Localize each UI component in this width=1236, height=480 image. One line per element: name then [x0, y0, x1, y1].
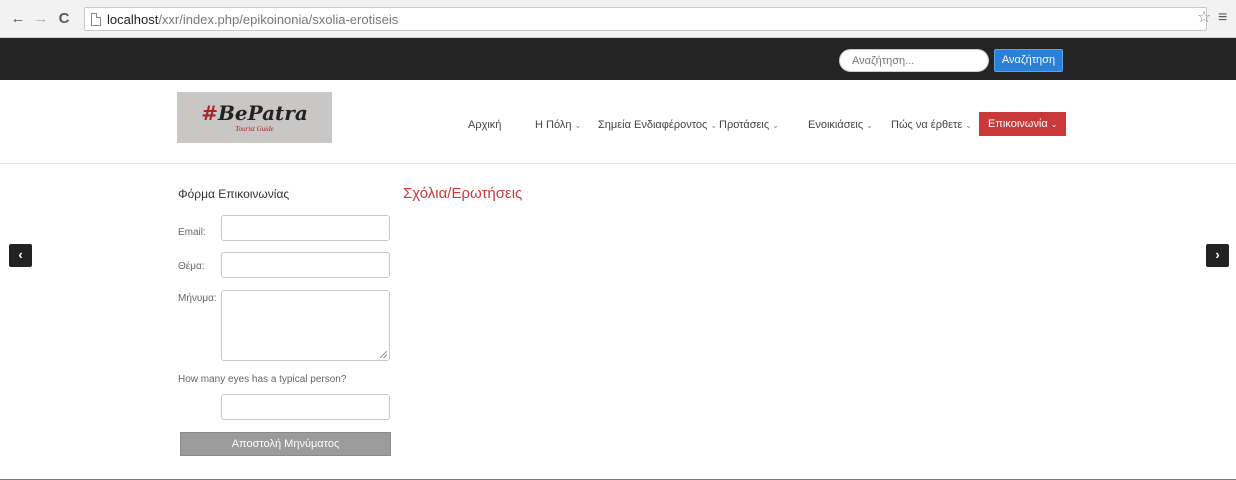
nav-item-label: Αρχική	[468, 119, 502, 131]
subject-field[interactable]	[221, 252, 390, 278]
url-path: /xxr/index.php/epikoinonia/sxolia-erotis…	[158, 12, 399, 27]
subject-label: Θέμα:	[178, 261, 205, 272]
search-button[interactable]: Αναζήτηση	[994, 49, 1063, 72]
email-field[interactable]	[221, 215, 390, 241]
resize-grip-icon[interactable]	[380, 351, 387, 358]
nav-item-how-to-come[interactable]: Πώς να έρθετε ⌄	[891, 119, 972, 131]
nav-item-contact[interactable]: Επικοινωνία ⌄	[979, 112, 1067, 136]
logo-name: BePatra	[217, 101, 308, 125]
url-text: localhost/xxr/index.php/epikoinonia/sxol…	[107, 12, 398, 27]
logo-hash: #	[201, 101, 218, 125]
nav-item-label: Ενοικιάσεις	[808, 119, 864, 131]
nav-item-city[interactable]: Η Πόλη ⌄	[535, 119, 581, 131]
email-label: Email:	[178, 227, 206, 238]
site-logo[interactable]: #BePatra Tourist Guide	[177, 92, 332, 143]
page-title: Σχόλια/Ερωτήσεις	[403, 185, 523, 202]
address-bar[interactable]: localhost/xxr/index.php/epikoinonia/sxol…	[84, 7, 1207, 31]
nav-item-label: Σημεία Ενδιαφέροντος	[598, 119, 708, 131]
chevron-down-icon: ⌄	[866, 121, 873, 130]
url-host: localhost	[107, 12, 159, 27]
chevron-down-icon: ⌄	[772, 121, 779, 130]
next-arrow-button[interactable]: ›	[1206, 244, 1229, 267]
nav-item-label: Η Πόλη	[535, 119, 572, 131]
forward-icon[interactable]: →	[33, 11, 49, 27]
nav-item-label: Επικοινωνία	[988, 118, 1048, 130]
back-icon[interactable]: ←	[10, 11, 26, 27]
contact-form-title: Φόρμα Επικοινωνίας	[178, 187, 290, 201]
prev-arrow-button[interactable]: ‹	[9, 244, 32, 267]
reload-icon[interactable]: C	[56, 11, 72, 27]
message-textarea[interactable]	[221, 290, 390, 361]
nav-item-points-of-interest[interactable]: Σημεία Ενδιαφέροντος ⌄	[598, 119, 717, 131]
nav-item-label: Προτάσεις	[719, 119, 770, 131]
chevron-down-icon: ⌄	[574, 121, 582, 130]
top-bar: Αναζήτηση	[0, 38, 1236, 80]
site-header: #BePatra Tourist Guide Αρχική Η Πόλη ⌄ Ση…	[0, 80, 1236, 164]
send-message-button[interactable]: Αποστολή Μηνύματος	[180, 432, 391, 456]
message-label: Μήνυμα:	[178, 293, 217, 304]
chevron-down-icon: ⌄	[965, 121, 972, 130]
nav-item-rentals[interactable]: Ενοικιάσεις ⌄	[808, 119, 873, 131]
browser-menu-icon[interactable]: ≡	[1218, 9, 1227, 27]
nav-item-suggestions[interactable]: Προτάσεις ⌄	[719, 119, 779, 131]
chevron-down-icon: ⌄	[710, 121, 718, 130]
logo-title: #BePatra	[177, 101, 332, 125]
page-icon	[91, 13, 101, 26]
chevron-down-icon: ⌄	[1050, 120, 1058, 129]
nav-item-home[interactable]: Αρχική	[468, 119, 501, 131]
nav-item-label: Πώς να έρθετε	[891, 119, 963, 131]
captcha-answer-field[interactable]	[221, 394, 390, 420]
captcha-question: How many eyes has a typical person?	[178, 374, 347, 385]
logo-tagline: Tourist Guide	[235, 125, 274, 133]
bookmark-star-icon[interactable]: ☆	[1197, 9, 1211, 27]
search-input[interactable]	[839, 49, 989, 72]
browser-toolbar: ← → C localhost/xxr/index.php/epikoinoni…	[0, 0, 1236, 38]
